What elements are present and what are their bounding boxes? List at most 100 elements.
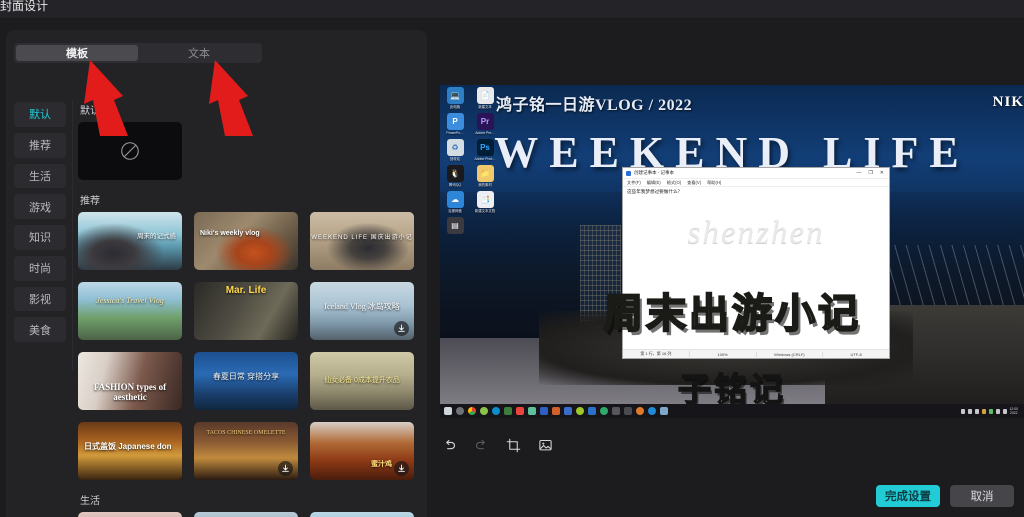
tray-clock[interactable]: 12:00 2022 (1010, 407, 1019, 415)
tray-volume-icon[interactable] (1002, 408, 1007, 414)
panel-tabs: 模板 文本 (14, 43, 262, 63)
taskbar-tray: 12:00 2022 (960, 407, 1021, 415)
category-item-film[interactable]: 影视 (14, 286, 66, 312)
taskbar-app-icon[interactable] (480, 407, 488, 415)
taskbar-app-icon[interactable] (636, 407, 644, 415)
tab-text[interactable]: 文本 (138, 45, 260, 61)
undo-icon (445, 439, 455, 449)
desktop-icon-cloud[interactable]: ☁ 百度网盘 (442, 191, 468, 213)
category-item-default[interactable]: 默认 (14, 102, 66, 127)
category-item-fashion[interactable]: 时尚 (14, 255, 66, 281)
cancel-button[interactable]: 取消 (950, 485, 1014, 507)
crop-button[interactable] (504, 436, 522, 454)
replace-image-button[interactable] (536, 436, 554, 454)
taskbar-app-icon[interactable] (552, 407, 560, 415)
notepad-text-line: 这些年我梦想过要做什么？ (627, 189, 683, 194)
taskbar-app-icon[interactable] (624, 407, 632, 415)
redo-button[interactable] (472, 436, 490, 454)
notepad-app-icon (626, 170, 631, 176)
template-card[interactable]: Jessica's Travel Vlog (78, 282, 182, 340)
app-icon: ▤ (446, 217, 464, 234)
finish-settings-button[interactable]: 完成设置 (876, 485, 940, 507)
template-grid: 默认 推荐 周末的记式感 Niki's weekly vlog WEEKEND … (78, 102, 423, 517)
tray-icon[interactable] (974, 408, 979, 414)
group-title-life: 生活 (80, 496, 100, 507)
taskbar-start-icon[interactable] (444, 407, 452, 415)
taskbar-search-icon[interactable] (456, 407, 464, 415)
download-button[interactable] (394, 321, 409, 336)
menu-view[interactable]: 查看(V) (687, 180, 701, 186)
desktop-icon-text-file[interactable]: 📑 新建文本文档 (472, 191, 498, 213)
rail-divider (72, 100, 73, 370)
tray-icon[interactable] (988, 408, 993, 414)
desktop-icon-app[interactable]: ▤ (442, 217, 468, 235)
icon-caption: 百度网盘 (448, 209, 462, 213)
taskbar-app-icon[interactable] (576, 407, 584, 415)
minimize-icon[interactable]: — (856, 170, 861, 176)
menu-format[interactable]: 格式(O) (667, 180, 681, 186)
template-card[interactable]: TACOS CHINESE OMELETTE (194, 422, 298, 480)
taskbar-app-icon[interactable] (588, 407, 596, 415)
desktop-icon-computer[interactable]: 💻 此电脑 (442, 87, 468, 109)
template-card[interactable]: 春夏日常 穿搭分享 (194, 352, 298, 410)
template-card[interactable]: 蜜汁鸡 (310, 422, 414, 480)
thumb-image (310, 352, 414, 410)
template-card-selected[interactable]: WEEKEND LIFE 国庆出游小记 (310, 212, 414, 270)
group-title-recommend: 推荐 (80, 196, 100, 207)
download-button[interactable] (278, 461, 293, 476)
template-card[interactable]: 周末的记式感 (78, 212, 182, 270)
template-card[interactable]: Niki's weekly vlog (194, 212, 298, 270)
template-card[interactable]: FASHION types of aesthetic (78, 352, 182, 410)
taskbar-app-icon[interactable] (648, 407, 656, 415)
template-card[interactable]: Jessica's Travel Vlog (310, 512, 414, 517)
template-card[interactable]: 日式盖饭 Japanese don (78, 422, 182, 480)
taskbar-app-icon[interactable] (600, 407, 608, 415)
icon-caption: 此电脑 (449, 105, 461, 109)
template-none[interactable] (78, 122, 182, 180)
preview-brand-text: NIK (992, 94, 1024, 110)
tray-network-icon[interactable] (995, 408, 1000, 414)
template-row: Vlog. Iceland Vlog 冰岛攻略 Jessica's Travel… (78, 512, 423, 517)
taskbar-app-icon[interactable] (612, 407, 620, 415)
taskbar-chrome-icon[interactable] (468, 407, 476, 415)
template-row (78, 122, 423, 180)
tray-icon[interactable] (981, 408, 986, 414)
thumb-subject (194, 212, 298, 270)
computer-icon: 💻 (446, 87, 464, 104)
template-card[interactable]: Iceland Vlog 冰岛攻略 (310, 282, 414, 340)
taskbar-app-icon[interactable] (528, 407, 536, 415)
menu-file[interactable]: 文件(F) (627, 180, 641, 186)
category-item-life[interactable]: 生活 (14, 163, 66, 189)
download-button[interactable] (394, 461, 409, 476)
category-item-knowledge[interactable]: 知识 (14, 225, 66, 250)
no-template-icon (121, 142, 139, 160)
taskbar-app-icon[interactable] (516, 407, 524, 415)
category-item-food[interactable]: 美食 (14, 317, 66, 342)
taskbar-edge-icon[interactable] (492, 407, 500, 415)
category-item-game[interactable]: 游戏 (14, 194, 66, 219)
download-icon (398, 464, 405, 472)
desktop-icon-document[interactable]: 📄 新建文本 (472, 87, 498, 109)
maximize-icon[interactable]: ❐ (868, 170, 872, 176)
tab-template[interactable]: 模板 (16, 45, 138, 61)
template-card[interactable]: Iceland Vlog 冰岛攻略 (194, 512, 298, 517)
cover-preview[interactable]: 💻 此电脑 📄 新建文本 P PowerPo… Pr Adobe Pre… ♻ … (440, 85, 1024, 418)
close-icon[interactable]: ✕ (880, 170, 884, 176)
undo-button[interactable] (440, 436, 458, 454)
crop-icon (506, 438, 520, 452)
taskbar-app-icon[interactable] (540, 407, 548, 415)
menu-edit[interactable]: 编辑(E) (647, 180, 661, 186)
menu-help[interactable]: 帮助(H) (707, 180, 721, 186)
tray-chevron-icon[interactable] (960, 408, 965, 414)
category-item-recommend[interactable]: 推荐 (14, 132, 66, 158)
template-card[interactable]: Mar. Life (194, 282, 298, 340)
template-card[interactable]: Vlog. (78, 512, 182, 517)
taskbar-app-icon[interactable] (564, 407, 572, 415)
tray-icon[interactable] (967, 408, 972, 414)
icon-caption: 新建文本文档 (474, 209, 496, 213)
thumb-image (194, 282, 298, 340)
template-card[interactable]: 仙女必备 0成本提升衣品 (310, 352, 414, 410)
status-position: 第 1 行，第 16 列 (623, 351, 690, 357)
taskbar-app-icon[interactable] (660, 407, 668, 415)
taskbar-app-icon[interactable] (504, 407, 512, 415)
